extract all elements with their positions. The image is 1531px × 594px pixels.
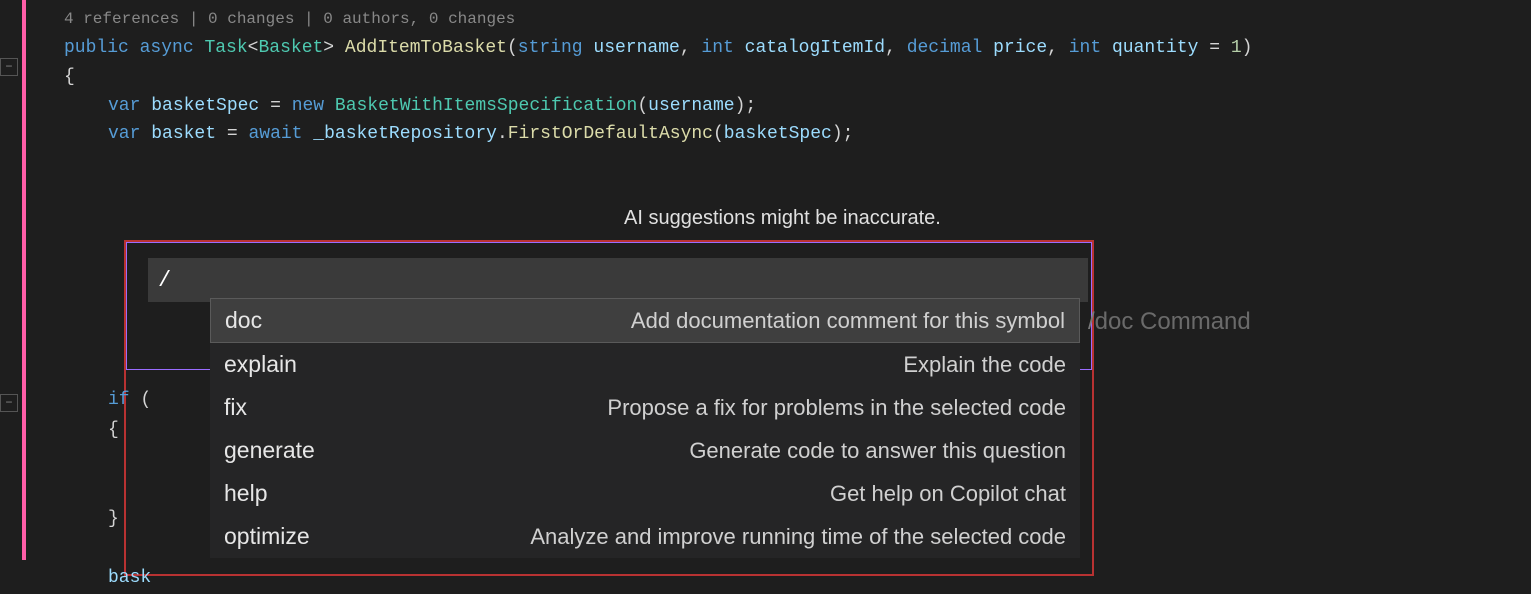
ai-suggestions-list: doc Add documentation comment for this s… [210,298,1080,558]
code-line[interactable]: var basketSpec = new BasketWithItemsSpec… [36,92,1531,121]
code-line[interactable]: { [36,63,1531,92]
ai-suggestion-optimize[interactable]: optimize Analyze and improve running tim… [210,515,1080,558]
code-area-below[interactable]: if ( { } bask [36,386,151,594]
code-line[interactable] [36,534,151,564]
code-editor[interactable]: − − 4 references | 0 changes | 0 authors… [0,0,1531,586]
code-line[interactable] [36,475,151,505]
ai-suggestion-doc[interactable]: doc Add documentation comment for this s… [210,298,1080,343]
ai-suggestion-fix[interactable]: fix Propose a fix for problems in the se… [210,386,1080,429]
code-line[interactable]: } [36,505,151,535]
code-line[interactable]: public async Task<Basket> AddItemToBaske… [36,34,1531,63]
keyword-async: async [140,38,194,58]
type-basket: Basket [258,38,323,58]
ai-suggestion-explain[interactable]: explain Explain the code [210,343,1080,386]
code-line[interactable] [36,445,151,475]
code-line[interactable]: { [36,416,151,446]
gutter: − − [0,0,24,586]
slash-icon: / [1088,308,1095,335]
keyword-public: public [64,38,129,58]
code-area[interactable]: 4 references | 0 changes | 0 authors, 0 … [36,0,1531,149]
type-task: Task [204,38,247,58]
code-line[interactable]: if ( [36,386,151,416]
method-name: AddItemToBasket [345,38,507,58]
codelens[interactable]: 4 references | 0 changes | 0 authors, 0 … [36,0,1531,34]
ai-command-input[interactable]: / [148,258,1088,302]
ai-selection-hint: /doc Command [1088,308,1251,336]
code-line[interactable]: bask [36,564,151,594]
collapse-icon[interactable]: − [0,394,18,412]
ai-suggestion-help[interactable]: help Get help on Copilot chat [210,472,1080,515]
ai-suggestion-generate[interactable]: generate Generate code to answer this qu… [210,429,1080,472]
collapse-icon[interactable]: − [0,58,18,76]
ai-warning-text: AI suggestions might be inaccurate. [624,207,941,230]
change-indicator [22,0,26,560]
code-line[interactable]: var basket = await _basketRepository.Fir… [36,120,1531,149]
